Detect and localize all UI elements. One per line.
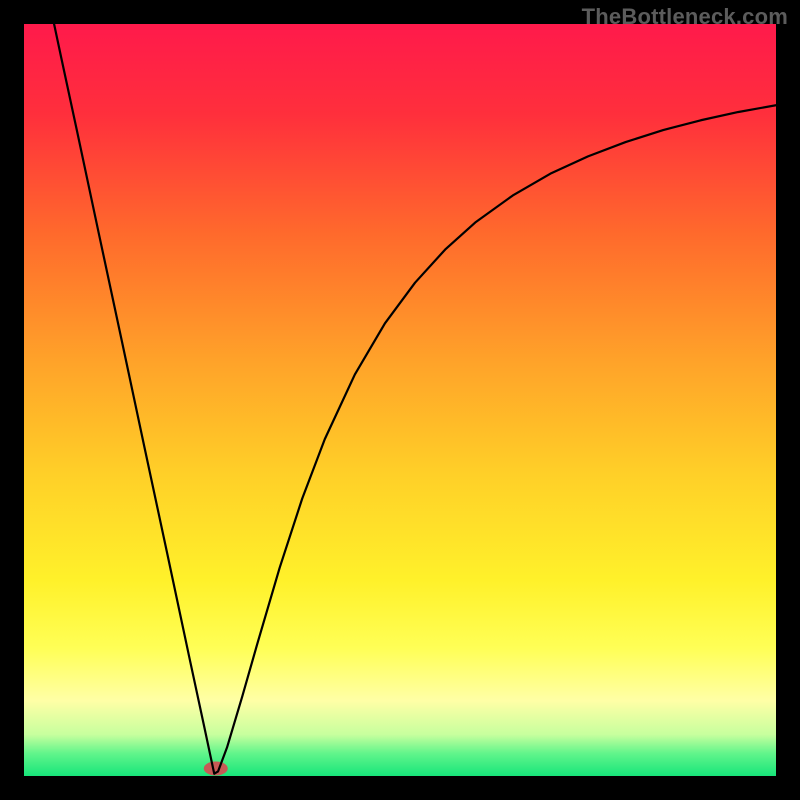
chart-background	[24, 24, 776, 776]
chart-svg	[24, 24, 776, 776]
chart-frame	[24, 24, 776, 776]
